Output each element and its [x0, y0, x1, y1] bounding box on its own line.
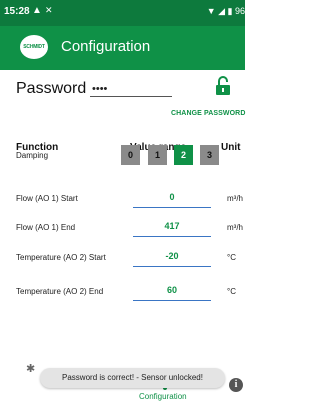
flow-start-field[interactable]: 0: [133, 188, 211, 208]
nav-configuration-tab[interactable]: Configuration: [139, 392, 187, 401]
damping-option-3[interactable]: 3: [200, 145, 219, 165]
damping-label: Damping: [16, 151, 49, 160]
temp-start-label: Temperature (AO 2) Start: [16, 253, 106, 262]
flow-start-unit: m³/h: [227, 194, 243, 203]
app-bar: SCHMIDT Configuration: [0, 26, 245, 70]
status-bar: 15:28 ▲ ✕ ▼ ◢ ▮ 96: [0, 0, 245, 26]
flow-end-field[interactable]: 417: [133, 217, 211, 237]
damping-option-0[interactable]: 0: [121, 145, 140, 165]
status-time: 15:28: [4, 6, 30, 17]
password-label: Password: [16, 80, 87, 97]
change-password-link[interactable]: CHANGE PASSWORD: [171, 110, 245, 117]
header-unit: Unit: [221, 142, 241, 153]
password-field[interactable]: [90, 81, 172, 97]
flow-end-label: Flow (AO 1) End: [16, 223, 76, 232]
temp-end-field[interactable]: 60: [133, 281, 211, 301]
unlocked-lock-icon[interactable]: [215, 76, 231, 96]
damping-option-1[interactable]: 1: [148, 145, 167, 165]
temp-end-unit: °C: [227, 287, 236, 296]
page-title: Configuration: [61, 38, 151, 55]
schmidt-logo: SCHMIDT: [20, 35, 48, 59]
bluetooth-icon[interactable]: ✱: [26, 362, 35, 375]
temp-start-unit: °C: [227, 253, 236, 262]
status-indicators: ▼ ◢ ▮ 96: [206, 6, 245, 16]
info-icon[interactable]: i: [229, 378, 243, 392]
notification-icon: ✕: [45, 5, 53, 15]
flow-end-unit: m³/h: [227, 223, 243, 232]
temp-end-label: Temperature (AO 2) End: [16, 287, 104, 296]
toast-message: Password is correct! - Sensor unlocked!: [40, 368, 225, 388]
temp-start-field[interactable]: -20: [133, 247, 211, 267]
warning-icon: ▲: [32, 5, 42, 16]
flow-start-label: Flow (AO 1) Start: [16, 194, 78, 203]
damping-option-2-selected[interactable]: 2: [174, 145, 193, 165]
